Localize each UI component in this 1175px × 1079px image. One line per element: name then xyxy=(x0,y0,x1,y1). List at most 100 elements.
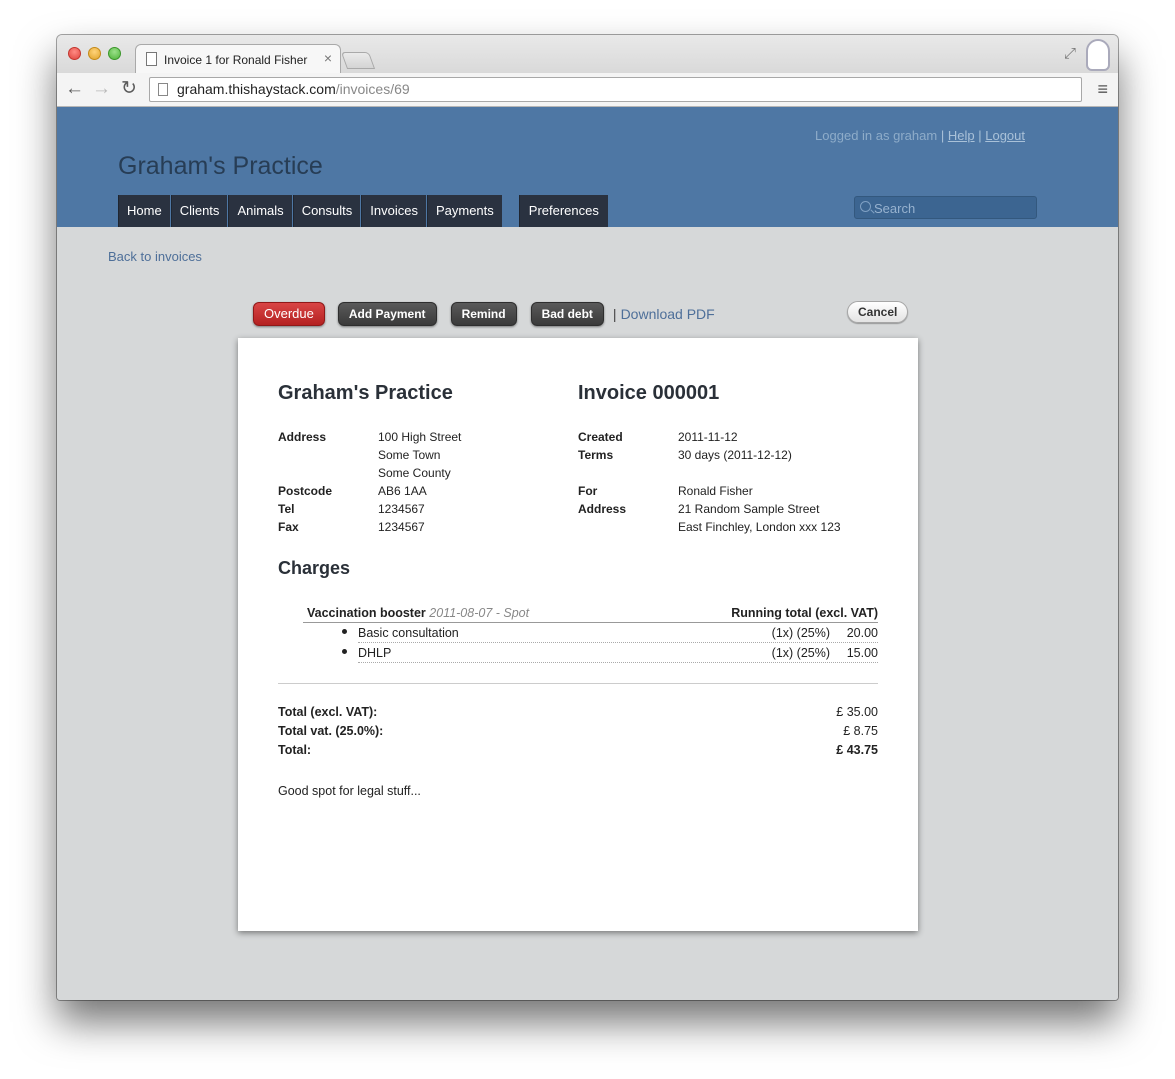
new-tab-button[interactable] xyxy=(340,52,376,69)
nav-consults[interactable]: Consults xyxy=(292,195,362,227)
charges-heading: Charges xyxy=(278,558,351,578)
totals: Total (excl. VAT): £ 35.00 Total vat. (2… xyxy=(278,705,878,762)
nav-payments[interactable]: Payments xyxy=(426,195,503,227)
charge-amount: 15.00 xyxy=(846,646,878,660)
overdue-status-button[interactable]: Overdue xyxy=(253,302,325,326)
consult-header: Vaccination booster 2011-08-07 - Spot Ru… xyxy=(303,603,878,623)
total-vat-value: £ 8.75 xyxy=(843,724,878,738)
postcode-label: Postcode xyxy=(278,484,333,498)
bullet-icon xyxy=(342,649,347,654)
created-label: Created xyxy=(578,430,623,444)
download-pdf-link[interactable]: Download PDF xyxy=(621,306,715,322)
search-icon xyxy=(860,201,871,212)
nav-invoices[interactable]: Invoices xyxy=(361,195,427,227)
total-excl-label: Total (excl. VAT): xyxy=(278,705,378,719)
profile-icon[interactable] xyxy=(1086,39,1110,71)
total-vat-row: Total vat. (25.0%): £ 8.75 xyxy=(278,724,878,743)
url-host: graham.thishaystack.com xyxy=(177,81,336,97)
nav-home[interactable]: Home xyxy=(118,195,171,227)
grand-total-row: Total: £ 43.75 xyxy=(278,743,878,762)
tel-label: Tel xyxy=(278,502,295,516)
tab-close-icon[interactable]: × xyxy=(324,50,332,66)
charge-qty: (1x) (25%) xyxy=(771,626,830,640)
client-address-label: Address xyxy=(578,502,627,516)
back-arrow-icon[interactable]: ← xyxy=(65,78,84,100)
terms-label: Terms xyxy=(578,448,614,462)
separator: | xyxy=(940,128,945,143)
logout-link[interactable]: Logout xyxy=(985,128,1025,143)
grand-total-label: Total: xyxy=(278,743,312,757)
fax-value: 1234567 xyxy=(378,520,425,534)
search-box[interactable] xyxy=(854,196,1037,219)
client-name: Ronald Fisher xyxy=(678,484,753,498)
window-maximize-button[interactable] xyxy=(108,47,121,60)
bullet-icon xyxy=(342,629,347,634)
invoice-document: Graham's Practice Invoice 000001 Address… xyxy=(238,338,918,931)
address-bar[interactable]: graham.thishaystack.com/invoices/69 xyxy=(149,77,1082,102)
browser-titlebar: Invoice 1 for Ronald Fisher × ⤢ xyxy=(57,35,1118,74)
help-link[interactable]: Help xyxy=(948,128,975,143)
reload-icon[interactable]: ↻ xyxy=(121,78,137,100)
address-line: Some County xyxy=(378,466,451,480)
address-line: 100 High Street xyxy=(378,430,462,444)
nav-animals[interactable]: Animals xyxy=(228,195,293,227)
practice-name: Graham's Practice xyxy=(278,382,453,404)
invoice-meta: Created 2011-11-12 Terms 30 days (2011-1… xyxy=(578,428,878,536)
add-payment-button[interactable]: Add Payment xyxy=(337,302,437,326)
address-line: Some Town xyxy=(378,448,441,462)
search-input[interactable] xyxy=(874,199,1029,217)
consult-name: Vaccination booster 2011-08-07 - Spot xyxy=(307,606,529,620)
charge-name: Basic consultation xyxy=(358,626,459,640)
nav-preferences[interactable]: Preferences xyxy=(518,195,609,227)
forward-arrow-icon[interactable]: → xyxy=(92,78,111,100)
grand-total-value: £ 43.75 xyxy=(836,743,878,757)
address-label: Address xyxy=(278,430,327,444)
total-excl-value: £ 35.00 xyxy=(836,705,878,719)
tel-value: 1234567 xyxy=(378,502,425,516)
window-minimize-button[interactable] xyxy=(88,47,101,60)
fullscreen-icon[interactable]: ⤢ xyxy=(1064,45,1076,62)
menu-icon[interactable]: ≡ xyxy=(1097,79,1108,100)
url-path: /invoices/69 xyxy=(335,81,410,97)
page-viewport: Logged in as graham | Help | Logout Grah… xyxy=(57,107,1118,1000)
nav-clients[interactable]: Clients xyxy=(170,195,229,227)
charge-amount: 20.00 xyxy=(846,626,878,640)
running-total-label: Running total (excl. VAT) xyxy=(731,606,878,620)
remind-button[interactable]: Remind xyxy=(450,302,517,326)
invoice-actions: Overdue Add Payment Remind Bad debt | Do… xyxy=(253,302,715,326)
tab-title: Invoice 1 for Ronald Fisher xyxy=(164,53,308,67)
site-title[interactable]: Graham's Practice xyxy=(118,152,323,181)
bad-debt-button[interactable]: Bad debt xyxy=(530,302,604,326)
page-icon xyxy=(158,83,168,96)
browser-window: Invoice 1 for Ronald Fisher × ⤢ ← → ↻ gr… xyxy=(57,35,1118,1000)
browser-tab[interactable]: Invoice 1 for Ronald Fisher × xyxy=(135,44,341,74)
separator: | xyxy=(978,128,982,143)
main-nav: Home Clients Animals Consults Invoices P… xyxy=(118,195,609,227)
invoice-title: Invoice 000001 xyxy=(578,382,720,404)
client-address-line: 21 Random Sample Street xyxy=(678,502,820,516)
consult-title: Vaccination booster xyxy=(307,606,426,620)
back-to-invoices-link[interactable]: Back to invoices xyxy=(108,249,202,264)
page-icon xyxy=(146,52,157,66)
for-label: For xyxy=(578,484,598,498)
total-excl-row: Total (excl. VAT): £ 35.00 xyxy=(278,705,878,724)
charge-line: Basic consultation (1x) (25%) 20.00 xyxy=(342,623,878,643)
terms-value: 30 days (2011-12-12) xyxy=(678,448,792,462)
url-text[interactable]: graham.thishaystack.com/invoices/69 xyxy=(177,81,410,97)
divider xyxy=(278,683,878,684)
window-close-button[interactable] xyxy=(68,47,81,60)
total-vat-label: Total vat. (25.0%): xyxy=(278,724,384,738)
user-bar: Logged in as graham | Help | Logout xyxy=(815,128,1025,143)
separator: | xyxy=(612,306,617,322)
cancel-button[interactable]: Cancel xyxy=(847,301,909,323)
logged-in-text: Logged in as graham xyxy=(815,128,938,143)
site-header: Logged in as graham | Help | Logout Grah… xyxy=(57,107,1118,227)
fax-label: Fax xyxy=(278,520,299,534)
browser-toolbar: ← → ↻ graham.thishaystack.com/invoices/6… xyxy=(57,73,1118,107)
charge-name: DHLP xyxy=(358,646,392,660)
client-address-line: East Finchley, London xxx 123 xyxy=(678,520,841,534)
charge-qty: (1x) (25%) xyxy=(771,646,830,660)
practice-details: Address 100 High Street Some Town Some C… xyxy=(278,428,578,536)
charge-line: DHLP (1x) (25%) 15.00 xyxy=(342,643,878,663)
postcode-value: AB6 1AA xyxy=(378,484,427,498)
